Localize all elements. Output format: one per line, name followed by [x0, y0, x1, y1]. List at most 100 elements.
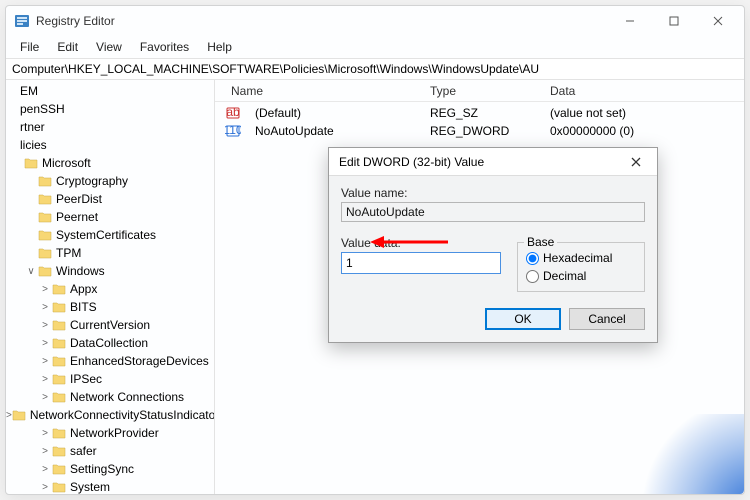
value-icon: ab: [225, 105, 241, 121]
tree-item[interactable]: Microsoft: [6, 154, 214, 172]
folder-icon: [52, 355, 66, 367]
value-row[interactable]: ab(Default)REG_SZ(value not set): [215, 104, 744, 122]
value-row[interactable]: 110NoAutoUpdateREG_DWORD0x00000000 (0): [215, 122, 744, 140]
expand-icon[interactable]: ∨: [24, 266, 38, 277]
minimize-button[interactable]: [608, 6, 652, 36]
folder-icon: [38, 229, 52, 241]
ok-button[interactable]: OK: [485, 308, 561, 330]
expand-icon[interactable]: >: [38, 302, 52, 313]
tree-item-label: DataCollection: [70, 336, 148, 350]
base-group: Base Hexadecimal Decimal: [517, 242, 645, 292]
tree-item[interactable]: > SettingSync: [6, 460, 214, 478]
address-input[interactable]: [6, 59, 744, 79]
tree-item[interactable]: PeerDist: [6, 190, 214, 208]
tree-item[interactable]: >BITS: [6, 298, 214, 316]
tree-item[interactable]: > safer: [6, 442, 214, 460]
tree-item[interactable]: licies: [6, 136, 214, 154]
tree-item-label: Microsoft: [42, 156, 91, 170]
value-data-input[interactable]: [341, 252, 501, 274]
tree-item[interactable]: >System: [6, 478, 214, 494]
value-name-field: NoAutoUpdate: [341, 202, 645, 222]
tree-item[interactable]: ∨ Windows: [6, 262, 214, 280]
menubar: File Edit View Favorites Help: [6, 36, 744, 58]
expand-icon[interactable]: >: [38, 356, 52, 367]
folder-icon: [24, 157, 38, 169]
tree-item-label: safer: [70, 444, 97, 458]
tree-item-label: NetworkConnectivityStatusIndicator: [30, 408, 214, 422]
expand-icon[interactable]: >: [38, 320, 52, 331]
folder-icon: [12, 409, 26, 421]
folder-icon: [52, 373, 66, 385]
tree-item-label: Network Connections: [70, 390, 184, 404]
tree-item-label: Windows: [56, 264, 105, 278]
radio-decimal[interactable]: Decimal: [526, 269, 636, 283]
folder-icon: [52, 337, 66, 349]
tree-item[interactable]: penSSH: [6, 100, 214, 118]
dialog-titlebar: Edit DWORD (32-bit) Value: [329, 148, 657, 176]
tree-item-label: EnhancedStorageDevices: [70, 354, 209, 368]
tree-item-label: penSSH: [20, 102, 65, 116]
expand-icon[interactable]: >: [38, 338, 52, 349]
tree-item-label: PeerDist: [56, 192, 102, 206]
dialog-title: Edit DWORD (32-bit) Value: [339, 155, 621, 169]
menu-view[interactable]: View: [88, 38, 130, 56]
base-label: Base: [524, 235, 557, 249]
col-type[interactable]: Type: [420, 84, 540, 98]
tree-item[interactable]: SystemCertificates: [6, 226, 214, 244]
titlebar: Registry Editor: [6, 6, 744, 36]
tree-item[interactable]: > Network Connections: [6, 388, 214, 406]
value-data-label: Value data:: [341, 236, 501, 250]
col-data[interactable]: Data: [540, 84, 744, 98]
tree-item[interactable]: >NetworkConnectivityStatusIndicator: [6, 406, 214, 424]
tree-item[interactable]: > DataCollection: [6, 334, 214, 352]
tree-item[interactable]: > CurrentVersion: [6, 316, 214, 334]
value-data: 0x00000000 (0): [540, 124, 744, 138]
tree-item-label: CurrentVersion: [70, 318, 150, 332]
menu-file[interactable]: File: [12, 38, 47, 56]
tree-pane[interactable]: EM penSSH rtner licies Microsoft Cryptography…: [6, 80, 215, 494]
tree-item-label: TPM: [56, 246, 81, 260]
menu-favorites[interactable]: Favorites: [132, 38, 197, 56]
value-name: (Default): [245, 106, 420, 120]
col-name[interactable]: Name: [215, 84, 420, 98]
tree-item-label: Appx: [70, 282, 97, 296]
maximize-button[interactable]: [652, 6, 696, 36]
radio-dec-input[interactable]: [526, 270, 539, 283]
close-button[interactable]: [696, 6, 740, 36]
tree-item[interactable]: EM: [6, 82, 214, 100]
expand-icon[interactable]: >: [38, 446, 52, 457]
expand-icon[interactable]: >: [38, 392, 52, 403]
tree-item[interactable]: TPM: [6, 244, 214, 262]
menu-edit[interactable]: Edit: [49, 38, 86, 56]
edit-dword-dialog: Edit DWORD (32-bit) Value Value name: No…: [328, 147, 658, 343]
dialog-close-button[interactable]: [621, 148, 651, 176]
radio-hex-input[interactable]: [526, 252, 539, 265]
tree-item[interactable]: >NetworkProvider: [6, 424, 214, 442]
value-type: REG_SZ: [420, 106, 540, 120]
tree-item[interactable]: Peernet: [6, 208, 214, 226]
folder-icon: [52, 481, 66, 493]
folder-icon: [52, 427, 66, 439]
expand-icon[interactable]: >: [38, 428, 52, 439]
tree-item[interactable]: Cryptography: [6, 172, 214, 190]
expand-icon[interactable]: >: [38, 374, 52, 385]
expand-icon[interactable]: >: [38, 464, 52, 475]
menu-help[interactable]: Help: [199, 38, 240, 56]
folder-icon: [38, 247, 52, 259]
folder-icon: [38, 193, 52, 205]
tree-item-label: SettingSync: [70, 462, 134, 476]
folder-icon: [52, 319, 66, 331]
tree-item[interactable]: >IPSec: [6, 370, 214, 388]
tree-item[interactable]: > EnhancedStorageDevices: [6, 352, 214, 370]
expand-icon[interactable]: >: [38, 482, 52, 493]
expand-icon[interactable]: >: [38, 284, 52, 295]
cancel-button[interactable]: Cancel: [569, 308, 645, 330]
folder-icon: [52, 445, 66, 457]
list-header: Name Type Data: [215, 80, 744, 102]
tree-item-label: licies: [20, 138, 47, 152]
radio-hexadecimal[interactable]: Hexadecimal: [526, 251, 636, 265]
tree-item-label: SystemCertificates: [56, 228, 156, 242]
tree-item-label: EM: [20, 84, 38, 98]
tree-item[interactable]: > Appx: [6, 280, 214, 298]
tree-item[interactable]: rtner: [6, 118, 214, 136]
